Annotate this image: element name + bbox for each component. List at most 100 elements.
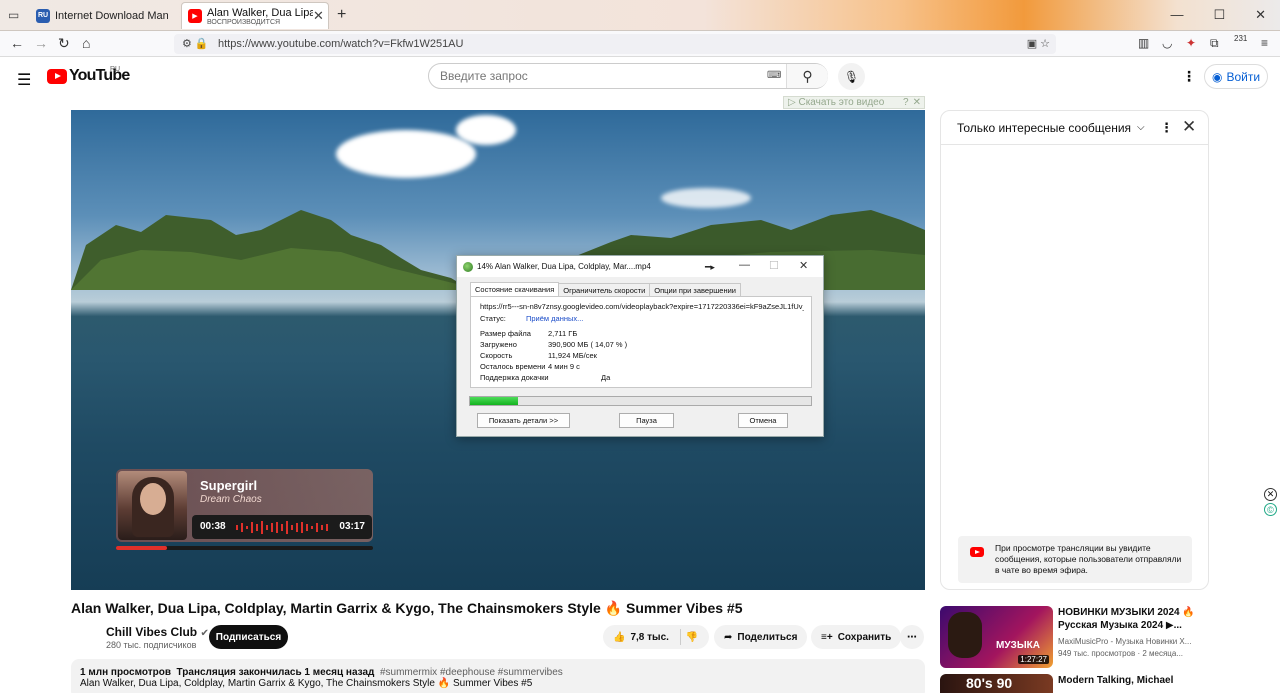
idm-progress-fill (470, 397, 518, 405)
downloaded-label: Загружено (480, 340, 517, 349)
recommendation-channel: MaxiMusicPro - Музыка Новинки Х... (1058, 637, 1192, 646)
thumbs-down-icon: 👎 (685, 631, 699, 643)
subscriber-count: 280 тыс. подписчиков (106, 640, 197, 650)
close-window-button[interactable]: ✕ (1255, 7, 1266, 23)
maximize-button[interactable]: ☐ (1213, 7, 1225, 23)
side-copyright-icon[interactable]: © (1264, 503, 1277, 516)
extension-icon[interactable]: ✦ (1186, 36, 1196, 50)
window-controls: — ☐ ✕ (1170, 7, 1266, 23)
idm-minimize-button[interactable]: — (739, 259, 750, 271)
tab-title: Alan Walker, Dua Lipa, Coldpla (207, 6, 313, 19)
bookmark-star-icon[interactable]: ▣ ☆ (1027, 37, 1050, 50)
resume-support-label: Поддержка докачки (480, 373, 549, 382)
chevron-down-icon[interactable]: ⌵ (1137, 122, 1145, 133)
reload-icon[interactable]: ↻ (58, 35, 70, 52)
recommendation-item[interactable]: 80's 90 Modern Talking, Michael (940, 674, 1200, 693)
idm-app-icon (463, 261, 473, 272)
recommendation-thumbnail: МУЗЫКА 1:27:27 (940, 606, 1053, 668)
youtube-play-logo-icon (47, 68, 67, 84)
channel-name[interactable]: Chill Vibes Club ✔ (106, 625, 209, 639)
reader-icon[interactable]: ▥ (1138, 36, 1149, 50)
subscribe-button[interactable]: Подписаться (209, 625, 288, 649)
show-details-button[interactable]: Показать детали >> (477, 413, 570, 428)
search-icon: ⚲ (802, 67, 813, 84)
pocket-icon[interactable]: ◡ (1162, 36, 1172, 50)
more-dots-icon: ⋯ (907, 631, 917, 643)
tab-idm[interactable]: RU Internet Download Manager / IE (30, 2, 174, 29)
thumbnail-person (948, 612, 982, 658)
thumbs-up-icon: 👍 (613, 631, 626, 643)
cloud (456, 115, 516, 145)
idm-status-pane: https://rr5---sn-n8v7znsy.googlevideo.co… (470, 296, 812, 388)
menu-icon[interactable]: ≡ (1261, 36, 1268, 50)
description-box[interactable]: 1 млн просмотров Трансляция закончилась … (71, 659, 925, 693)
song-artist: Dream Chaos (200, 494, 262, 505)
description-text: Alan Walker, Dua Lipa, Coldplay, Martin … (80, 678, 533, 689)
recommendation-title: НОВИНКИ МУЗЫКИ 2024 🔥 Русская Музыка 202… (1058, 607, 1195, 631)
search-input[interactable] (429, 69, 749, 83)
idm-maximize-button[interactable]: ☐ (769, 259, 779, 272)
time-current: 00:38 (200, 521, 226, 532)
microphone-icon: 🎙 (843, 69, 860, 84)
idm-download-video-button[interactable]: ▷ Скачать это видео ? ✕ (783, 96, 925, 109)
more-actions-button[interactable]: ⋯ (900, 625, 924, 649)
site-info-icon[interactable]: ⚙ 🔒 (182, 37, 209, 50)
new-tab-button[interactable]: + (337, 6, 346, 24)
share-arrow-icon: ➦ (724, 631, 733, 643)
save-button[interactable]: ≡+ Сохранить (811, 625, 902, 649)
forward-arrow-icon[interactable]: → (34, 35, 48, 51)
download-close-icon[interactable]: ✕ (913, 97, 921, 108)
thumbnail-caption: 80's 90 (966, 675, 1013, 691)
idm-url: https://rr5---sn-n8v7znsy.googlevideo.co… (480, 302, 804, 311)
tab-playing-status: ВОСПРОИЗВОДИТСЯ (207, 18, 281, 26)
speed-label: Скорость (480, 351, 513, 360)
close-tab-icon[interactable]: ✕ (313, 8, 324, 24)
idm-favicon-icon: RU (36, 8, 50, 23)
idm-title-bar[interactable]: 14% Alan Walker, Dua Lipa, Coldplay, Mar… (457, 256, 823, 277)
address-bar[interactable]: ⚙ 🔒 https://www.youtube.com/watch?v=Fkfw… (174, 34, 1056, 54)
tab-youtube[interactable]: ▶ Alan Walker, Dua Lipa, Coldpla ВОСПРОИ… (181, 2, 329, 29)
hashtags[interactable]: #summermix #deephouse #summervibes (380, 667, 563, 678)
download-help-icon[interactable]: ? (903, 97, 909, 108)
chat-mode-select[interactable]: Только интересные сообщения (957, 121, 1131, 135)
browser-tab-bar: ▭ RU Internet Download Manager / IE ▶ Al… (0, 0, 1280, 31)
idm-download-dialog: 14% Alan Walker, Dua Lipa, Coldplay, Mar… (456, 255, 824, 437)
side-close-icon[interactable]: ✕ (1264, 488, 1277, 501)
youtube-logo[interactable]: YouTube RU (47, 66, 130, 85)
pause-button[interactable]: Пауза (619, 413, 674, 428)
like-button[interactable]: 👍 7,8 тыс. (613, 632, 669, 643)
description-meta: 1 млн просмотров Трансляция закончилась … (80, 667, 925, 678)
idm-arrow-icon: ━▸ (705, 262, 715, 272)
channel-avatar[interactable] (71, 622, 99, 650)
keyboard-icon[interactable]: ⌨ (767, 70, 781, 81)
download-play-icon: ▷ (788, 97, 799, 108)
card-progress-bar (116, 546, 373, 550)
home-icon[interactable]: ⌂ (82, 35, 90, 51)
idm-close-button[interactable]: ✕ (799, 259, 808, 272)
extension-counter-badge[interactable]: 231 (1234, 34, 1247, 43)
voice-search-button[interactable]: 🎙 (838, 63, 865, 90)
time-left-value: 4 мин 9 с (548, 362, 580, 371)
cancel-button[interactable]: Отмена (738, 413, 788, 428)
status-label: Статус: (480, 314, 506, 323)
status-value: Приём данных... (526, 314, 584, 323)
tab-overview-icon[interactable]: ▭ (8, 8, 19, 22)
back-arrow-icon[interactable]: ← (10, 35, 24, 51)
guide-menu-icon[interactable]: ☰ (17, 70, 31, 90)
dislike-button[interactable]: 👎 (686, 632, 698, 643)
chat-replay-notice: При просмотре трансляции вы увидите сооб… (958, 536, 1192, 583)
extensions-puzzle-icon[interactable]: ⧉ (1210, 36, 1219, 51)
chat-more-icon[interactable]: ⋮ (1160, 120, 1173, 136)
signin-button[interactable]: ◉ Войти (1204, 64, 1268, 89)
share-button[interactable]: ➦ Поделиться (714, 625, 808, 649)
search-button[interactable]: ⚲ (786, 64, 828, 88)
youtube-icon (970, 547, 984, 557)
recommendation-thumbnail: 80's 90 (940, 674, 1053, 693)
search-box: ⌨ ⚲ (428, 63, 828, 89)
settings-kebab-icon[interactable]: ⋮ (1182, 68, 1196, 85)
duration-badge: 1:27:27 (1018, 655, 1049, 664)
chat-close-icon[interactable]: ✕ (1182, 117, 1196, 137)
minimize-button[interactable]: — (1170, 7, 1183, 23)
tab-download-status[interactable]: Состояние скачивания (470, 282, 560, 297)
recommendation-item[interactable]: МУЗЫКА 1:27:27 НОВИНКИ МУЗЫКИ 2024 🔥 Рус… (940, 606, 1200, 670)
